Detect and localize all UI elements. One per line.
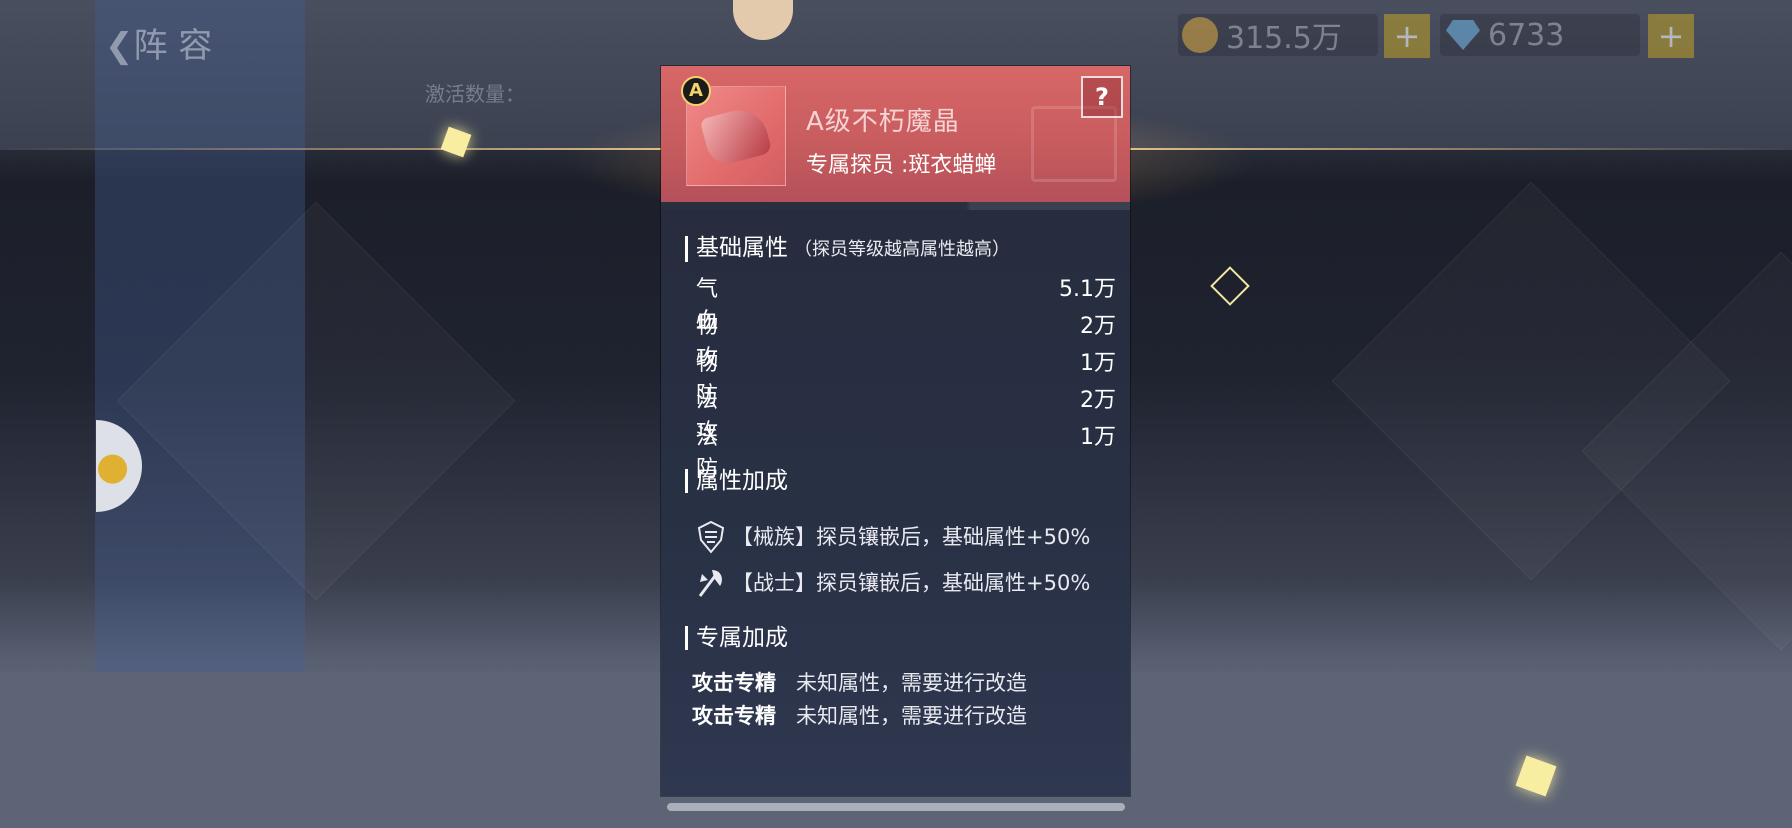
- mech-race-icon: [696, 520, 726, 554]
- stat-row-phys-atk: 物攻 2万: [696, 308, 1116, 371]
- stat-value: 1万: [1080, 351, 1116, 376]
- base-attributes-note: （探员等级越高属性越高）: [794, 239, 1010, 260]
- diamond-icon: [1446, 20, 1480, 50]
- activation-count-label: 激活数量：: [425, 82, 525, 106]
- stat-value: 2万: [1080, 314, 1116, 339]
- sparkle-outline-icon: [1210, 266, 1250, 306]
- base-attributes-label: 基础属性: [696, 235, 788, 261]
- header-divider: [661, 202, 1130, 210]
- stat-row-magic-def: 法防 1万: [696, 419, 1116, 482]
- attribute-bonus-title: 属性加成: [685, 469, 788, 493]
- exclusive-row: 攻击专精 未知属性，需要进行改造: [692, 667, 1112, 697]
- pikachu-icon: ●: [96, 444, 130, 488]
- stat-value: 2万: [1080, 388, 1116, 413]
- bonus-text: 【械族】探员镶嵌后，基础属性+50%: [732, 525, 1091, 549]
- exclusive-row: 攻击专精 未知属性，需要进行改造: [692, 700, 1112, 730]
- card-header: A A级不朽魔晶 专属探员 :斑衣蜡蝉 ?: [661, 66, 1130, 204]
- exclusive-text: 未知属性，需要进行改造: [796, 704, 1027, 728]
- stat-value: 5.1万: [1059, 277, 1116, 302]
- card-scrollbar[interactable]: [667, 803, 1125, 811]
- base-attributes-title: 基础属性 （探员等级越高属性越高）: [685, 236, 1010, 262]
- attribute-bonus-label: 属性加成: [696, 468, 788, 494]
- crystal-icon: [699, 103, 773, 169]
- add-gold-button[interactable]: +: [1384, 14, 1430, 58]
- bonus-row: 【战士】探员镶嵌后，基础属性+50%: [696, 564, 1116, 600]
- stat-row-magic-atk: 法攻 2万: [696, 382, 1116, 445]
- exclusive-text: 未知属性，需要进行改造: [796, 671, 1027, 695]
- gold-coin-icon: [1182, 17, 1218, 53]
- stat-row-hp: 气血 5.1万: [696, 271, 1116, 334]
- item-name: A级不朽魔晶: [806, 107, 960, 137]
- add-diamond-button[interactable]: +: [1648, 14, 1694, 58]
- help-button[interactable]: ?: [1081, 76, 1123, 118]
- diamond-amount: 6733: [1488, 17, 1565, 53]
- exclusive-owner: 专属探员 :斑衣蜡蝉: [806, 153, 997, 178]
- grade-badge: A: [681, 76, 711, 106]
- stat-value: 1万: [1080, 425, 1116, 450]
- gold-counter: 315.5万: [1178, 14, 1378, 56]
- bonus-row: 【械族】探员镶嵌后，基础属性+50%: [696, 518, 1116, 554]
- bonus-text: 【战士】探员镶嵌后，基础属性+50%: [732, 571, 1091, 595]
- exclusive-label: 攻击专精: [692, 671, 776, 695]
- exclusive-bonus-title: 专属加成: [685, 626, 788, 650]
- stat-row-phys-def: 物防 1万: [696, 345, 1116, 408]
- back-button[interactable]: ❮阵 容: [105, 18, 212, 67]
- warrior-axe-icon: [696, 566, 726, 598]
- item-detail-card: A A级不朽魔晶 专属探员 :斑衣蜡蝉 ? 基础属性 （探员等级越高属性越高） 气…: [661, 66, 1130, 796]
- exclusive-bonus-label: 专属加成: [696, 625, 788, 651]
- diamond-counter: 6733: [1440, 14, 1640, 56]
- gold-amount: 315.5万: [1226, 21, 1342, 56]
- exclusive-label: 攻击专精: [692, 704, 776, 728]
